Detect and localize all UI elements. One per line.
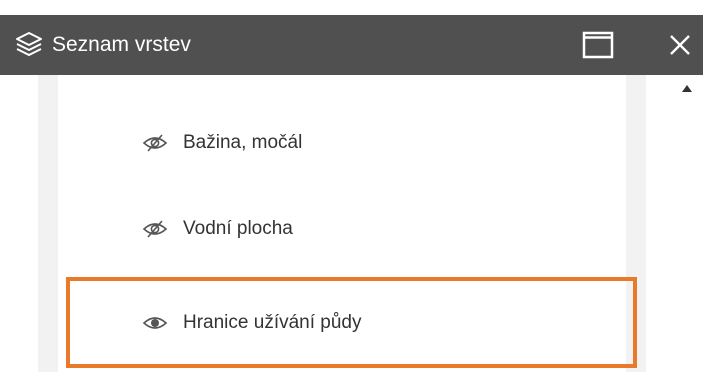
layer-label: Bažina, močál (183, 132, 303, 153)
panel-title: Seznam vrstev (52, 33, 191, 56)
layer-item[interactable]: Vodní plocha (58, 186, 626, 272)
eye-icon[interactable] (142, 313, 168, 333)
scroll-up-arrow-icon[interactable] (682, 85, 692, 92)
vertical-scrollbar[interactable] (672, 75, 703, 372)
panel-left-margin (38, 75, 58, 372)
maximize-button[interactable] (578, 25, 618, 65)
panel-header: Seznam vrstev (0, 15, 703, 75)
layer-label: Vodní plocha (183, 218, 293, 239)
maximize-icon (582, 31, 614, 59)
eye-slash-icon[interactable] (142, 133, 168, 153)
panel-right-margin (626, 75, 646, 372)
layers-icon (14, 30, 44, 60)
layer-list-panel: Bažina, močál Vodní plocha Hranice užívá… (0, 75, 703, 372)
close-icon (670, 35, 690, 55)
close-button[interactable] (660, 25, 700, 65)
layer-label: Hranice užívání půdy (183, 312, 362, 333)
layer-item[interactable]: Bažina, močál (58, 100, 626, 186)
eye-slash-icon[interactable] (142, 219, 168, 239)
layer-item-highlighted[interactable]: Hranice užívání půdy (58, 280, 626, 366)
